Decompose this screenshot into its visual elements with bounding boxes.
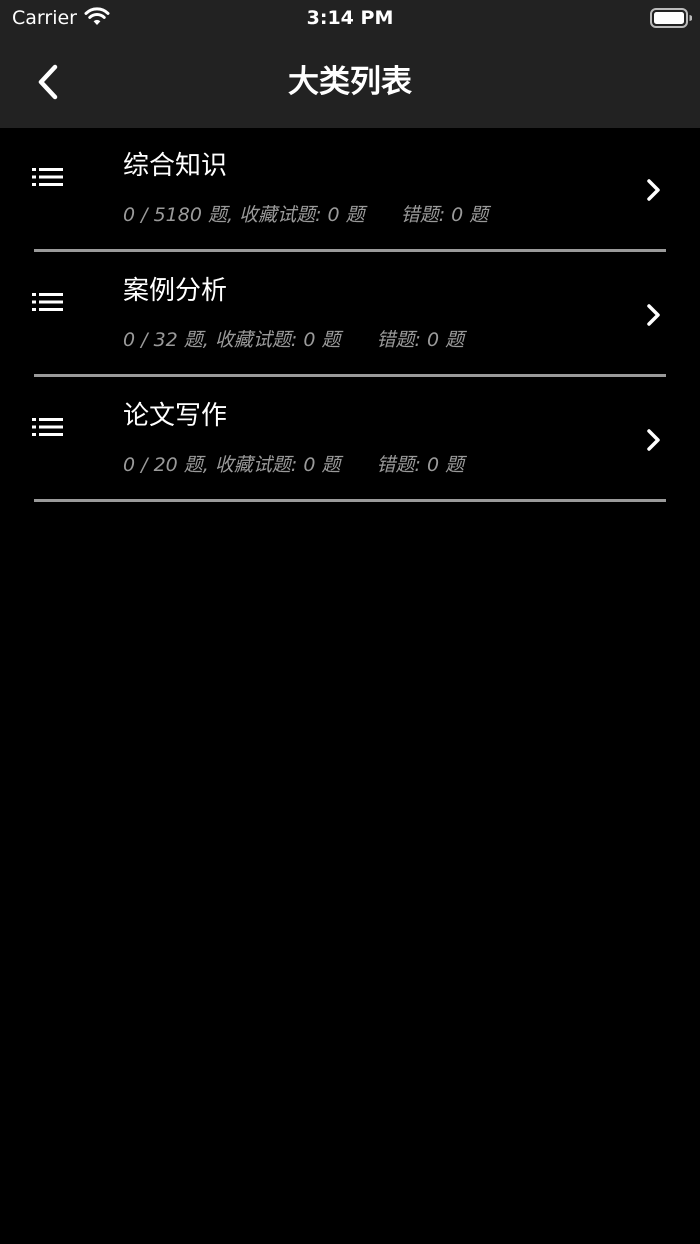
chevron-right-icon	[647, 429, 660, 451]
status-bar: Carrier 3:14 PM	[0, 0, 700, 36]
divider	[34, 249, 666, 252]
back-button[interactable]	[22, 56, 74, 108]
item-wrong-count: 错题: 0 题	[376, 329, 465, 351]
item-title: 案例分析	[123, 276, 228, 306]
divider	[34, 499, 666, 502]
item-progress: 0 / 20 题,	[123, 454, 209, 476]
list-icon	[32, 418, 63, 436]
item-favorites: 收藏试题: 0 题	[239, 204, 365, 226]
item-stats: 0 / 32 题, 收藏试题: 0 题 错题: 0 题	[123, 327, 464, 353]
list-icon	[32, 293, 63, 311]
item-title: 论文写作	[123, 401, 228, 431]
item-favorites: 收藏试题: 0 题	[214, 329, 341, 351]
list-item[interactable]: 案例分析 0 / 32 题, 收藏试题: 0 题 错题: 0 题	[0, 253, 700, 378]
navigation-bar: 大类列表	[0, 36, 700, 128]
item-progress: 0 / 32 题,	[123, 329, 209, 351]
item-title: 综合知识	[123, 151, 228, 181]
item-stats: 0 / 20 题, 收藏试题: 0 题 错题: 0 题	[123, 452, 464, 478]
item-stats: 0 / 5180 题, 收藏试题: 0 题 错题: 0 题	[123, 202, 488, 228]
list-item[interactable]: 综合知识 0 / 5180 题, 收藏试题: 0 题 错题: 0 题	[0, 128, 700, 253]
divider	[34, 374, 666, 377]
chevron-right-icon	[647, 179, 660, 201]
chevron-right-icon	[647, 304, 660, 326]
chevron-left-icon	[38, 64, 58, 100]
category-list: 综合知识 0 / 5180 题, 收藏试题: 0 题 错题: 0 题 案例分析 …	[0, 128, 700, 503]
status-time: 3:14 PM	[306, 7, 394, 29]
list-item[interactable]: 论文写作 0 / 20 题, 收藏试题: 0 题 错题: 0 题	[0, 378, 700, 503]
item-wrong-count: 错题: 0 题	[376, 454, 465, 476]
item-wrong-count: 错题: 0 题	[400, 204, 489, 226]
list-icon	[32, 168, 63, 186]
item-favorites: 收藏试题: 0 题	[214, 454, 341, 476]
battery-full-icon	[650, 8, 692, 28]
item-progress: 0 / 5180 题,	[123, 204, 234, 226]
page-title: 大类列表	[288, 64, 412, 100]
